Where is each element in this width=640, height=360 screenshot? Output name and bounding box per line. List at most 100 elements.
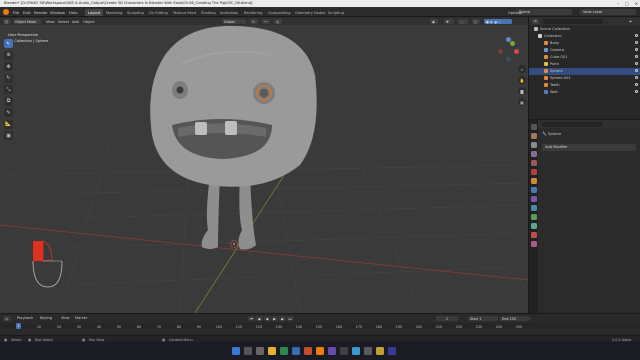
tab-geometry-nodes[interactable]: Geometry Nodes [292,9,328,16]
scene-selector[interactable]: Scene [516,9,572,15]
gizmo-toggle-icon[interactable]: ✥ [444,18,454,24]
options-menu[interactable]: Options [508,11,522,15]
world-props-icon[interactable] [530,169,537,175]
view-layer-selector[interactable]: View Layer [580,9,636,15]
scale-tool-icon[interactable]: ⤡ [4,85,13,94]
outliner-item[interactable]: Wall [529,89,640,96]
minimize-button[interactable]: – [617,1,619,6]
annotate-tool-icon[interactable]: ✎ [4,108,13,117]
pivot-icon[interactable]: ⊙ [250,18,258,24]
navigation-gizmo[interactable] [494,35,524,65]
editor-type-icon[interactable]: ◫ [3,18,11,24]
eye-icon[interactable] [635,76,638,80]
outliner-item[interactable]: Point [529,61,640,68]
measure-tool-icon[interactable]: 📐 [4,119,13,129]
3d-viewport[interactable]: User Perspective (1) Collection | Sphere… [0,25,528,313]
tab-compositing[interactable]: Compositing [265,9,294,16]
add-cube-tool-icon[interactable]: ▣ [4,131,13,140]
timeline-editor-icon[interactable]: ◷ [3,315,11,321]
eye-icon[interactable] [635,48,638,52]
add-modifier-button[interactable]: Add Modifier [542,144,636,151]
playhead[interactable]: 1 [16,323,21,329]
app-icon-6[interactable] [364,347,372,355]
tab-layout[interactable]: Layout [85,9,104,16]
eye-icon[interactable] [635,69,638,73]
mode-selector[interactable]: Object Mode [13,18,41,24]
constraints-props-icon[interactable] [530,214,537,220]
start-icon[interactable] [232,347,240,355]
browser-icon[interactable] [280,347,288,355]
eye-icon[interactable] [635,62,638,66]
tab-sculpting[interactable]: Sculpting [124,9,147,16]
jump-end-icon[interactable]: ⏭ [286,315,294,321]
menu-help[interactable]: Help [69,10,78,15]
object-props-icon[interactable] [530,178,537,184]
app-icon-8[interactable] [388,347,396,355]
outliner-item[interactable]: Sphere [529,68,640,75]
current-frame-field[interactable]: 1 [436,315,458,321]
play-reverse-icon[interactable]: ◀ [263,315,271,321]
tab-shading[interactable]: Shading [198,9,219,16]
transform-orientation[interactable]: Global [222,18,246,24]
outliner-item[interactable]: Collection [529,33,640,40]
outliner-editor-icon[interactable]: ≡ [532,18,539,24]
eye-icon[interactable] [635,90,638,94]
tab-modeling[interactable]: Modeling [103,9,125,16]
start-frame-field[interactable]: Start 1 [468,315,498,321]
properties-search-input[interactable] [542,121,602,127]
file-explorer-icon[interactable] [268,347,276,355]
shading-mode-buttons[interactable]: ● ◐ ◕ ○ [484,18,512,24]
blender-logo-icon[interactable] [3,9,9,15]
overlay-toggle-icon[interactable]: ◌ [458,18,468,24]
app-icon-3[interactable] [328,347,336,355]
outliner-item[interactable]: Camera [529,47,640,54]
snap-icon[interactable]: ⌒ [262,18,270,25]
camera-view-icon[interactable]: ◙ [518,87,526,95]
move-tool-icon[interactable]: ✥ [4,62,13,71]
menu-render[interactable]: Render [34,10,48,15]
visibility-icon[interactable]: ◉ [430,18,438,24]
tab-texture-paint[interactable]: Texture Paint [170,9,199,16]
ortho-toggle-icon[interactable]: ▦ [518,98,526,106]
eye-icon[interactable] [635,41,638,45]
rotate-tool-icon[interactable]: ↻ [4,73,13,83]
outliner-item[interactable]: Body [529,40,640,47]
search-icon[interactable] [244,347,252,355]
menu-playback[interactable]: Playback [17,316,33,320]
y-axis-icon[interactable] [510,41,515,46]
menu-view[interactable]: View [46,20,55,24]
outliner-item[interactable]: Sphere.001 [529,75,640,82]
x-axis-icon[interactable] [514,49,519,54]
jump-start-icon[interactable]: ⏮ [248,315,256,321]
zoom-icon[interactable]: ⌕ [518,65,526,73]
tool-props-icon[interactable] [530,124,537,130]
cursor-tool-icon[interactable]: ⊕ [4,50,13,60]
tab-scripting[interactable]: Scripting [325,9,347,16]
next-key-icon[interactable]: ◆ [278,315,286,321]
menu-keying[interactable]: Keying [40,316,52,320]
outliner-item[interactable]: Cube.001 [529,54,640,61]
menu-edit[interactable]: Edit [23,10,30,15]
menu-add[interactable]: Add [72,20,79,24]
proportional-edit-icon[interactable]: ◎ [274,18,282,24]
tab-rendering[interactable]: Rendering [241,9,265,16]
menu-timeline-view[interactable]: View [61,316,70,320]
physics-props-icon[interactable] [530,205,537,211]
eye-icon[interactable] [635,55,638,59]
maximize-button[interactable]: □ [625,1,629,6]
menu-file[interactable]: File [13,10,19,15]
select-tool-icon[interactable]: ↖ [4,39,13,48]
menu-window[interactable]: Window [50,10,65,15]
output-props-icon[interactable] [530,142,537,148]
menu-object[interactable]: Object [83,20,95,24]
app-icon-2[interactable] [304,347,312,355]
render-props-icon[interactable] [530,133,537,139]
tab-animation[interactable]: Animation [217,9,241,16]
view-layer-props-icon[interactable] [530,151,537,157]
material-props-icon[interactable] [530,232,537,238]
prev-key-icon[interactable]: ◆ [256,315,263,321]
menu-select[interactable]: Select [58,20,69,24]
eye-icon[interactable] [635,83,638,87]
close-button[interactable]: ✕ [635,1,638,6]
scene-props-icon[interactable] [530,160,537,166]
